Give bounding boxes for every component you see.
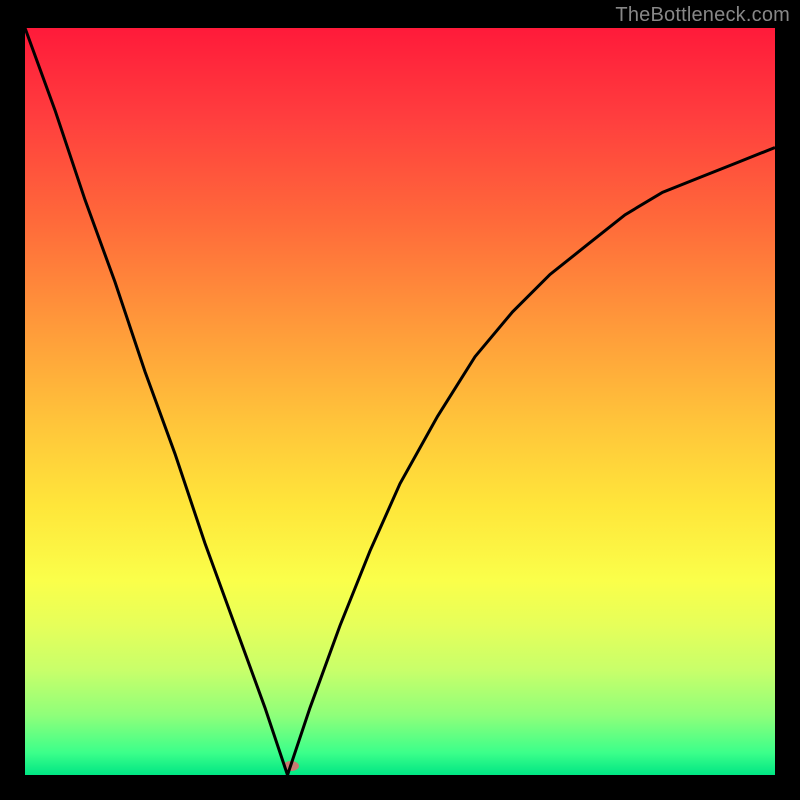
watermark-text: TheBottleneck.com [615, 4, 790, 27]
chart-frame [25, 28, 775, 775]
bottleneck-curve [25, 28, 775, 775]
curve-path [25, 28, 775, 775]
